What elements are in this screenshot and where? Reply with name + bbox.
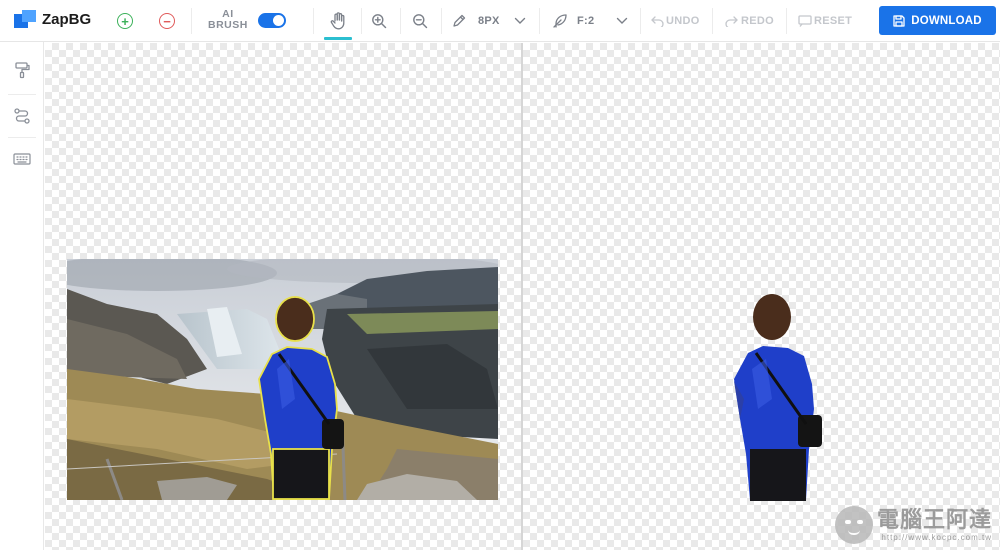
original-image-pane[interactable]: [45, 43, 522, 550]
reset-label: RESET: [814, 15, 853, 27]
feather-selector[interactable]: F:2: [552, 0, 628, 42]
add-area-button[interactable]: +: [117, 0, 133, 42]
sidebar-item-path[interactable]: [8, 102, 36, 130]
watermark: 電腦王阿達 http://www.kocpc.com.tw: [834, 506, 992, 544]
redo-label: REDO: [741, 15, 774, 27]
download-label: DOWNLOAD: [911, 14, 982, 27]
brush-size-value: 8PX: [478, 15, 500, 27]
left-sidebar: [0, 42, 44, 550]
sidebar-item-paint-roller[interactable]: [8, 56, 36, 84]
reset-icon: [798, 15, 812, 27]
watermark-logo-icon: [834, 506, 873, 544]
ai-brush-toggle[interactable]: [258, 13, 286, 28]
zapbg-logo-icon: [14, 10, 36, 28]
toolbar-divider: [361, 8, 362, 34]
pan-tool-button[interactable]: [324, 0, 352, 42]
hand-icon: [330, 12, 345, 30]
zoom-out-icon: [413, 14, 428, 29]
path-icon: [14, 108, 30, 124]
minus-circle-icon: −: [159, 13, 175, 29]
toolbar-divider: [712, 8, 713, 34]
chevron-down-icon: [617, 17, 628, 24]
zoom-in-button[interactable]: [371, 0, 387, 42]
toolbar-divider: [786, 8, 787, 34]
remove-area-button[interactable]: −: [159, 0, 175, 42]
undo-label: UNDO: [666, 15, 700, 27]
sidebar-item-keyboard[interactable]: [8, 145, 36, 173]
original-photo[interactable]: [67, 259, 498, 500]
top-toolbar: ZapBG + − AI BRUSH 8PX F:2 UNDO REDO RES…: [0, 0, 1000, 42]
brush-size-selector[interactable]: 8PX: [452, 0, 526, 42]
ai-brush-label: AI BRUSH: [208, 8, 248, 31]
watermark-url: http://www.kocpc.com.tw: [881, 532, 992, 542]
save-icon: [893, 14, 905, 27]
result-image-pane[interactable]: 電腦王阿達 http://www.kocpc.com.tw: [523, 43, 1000, 550]
logo[interactable]: ZapBG: [14, 10, 91, 28]
sidebar-divider: [8, 137, 36, 138]
chevron-down-icon: [514, 17, 525, 24]
paint-roller-icon: [15, 62, 30, 79]
keyboard-icon: [13, 153, 31, 165]
redo-icon: [725, 15, 738, 27]
toolbar-divider: [441, 8, 442, 34]
sidebar-divider: [8, 94, 36, 95]
download-button[interactable]: DOWNLOAD: [879, 6, 996, 35]
reset-button[interactable]: RESET: [798, 0, 852, 42]
redo-button[interactable]: REDO: [725, 0, 774, 42]
zoom-out-button[interactable]: [412, 0, 428, 42]
toolbar-divider: [313, 8, 314, 34]
toolbar-divider: [539, 8, 540, 34]
undo-button[interactable]: UNDO: [651, 0, 700, 42]
toolbar-divider: [191, 8, 192, 34]
feather-icon: [553, 14, 567, 28]
toolbar-divider: [400, 8, 401, 34]
plus-circle-icon: +: [117, 13, 133, 29]
pencil-icon: [453, 14, 466, 27]
undo-icon: [651, 15, 664, 27]
zoom-in-icon: [372, 14, 387, 29]
toolbar-divider: [640, 8, 641, 34]
feather-value: F:2: [577, 15, 595, 27]
watermark-title: 電腦王阿達: [876, 507, 992, 533]
cutout-result: [734, 294, 822, 501]
logo-text: ZapBG: [42, 10, 92, 28]
